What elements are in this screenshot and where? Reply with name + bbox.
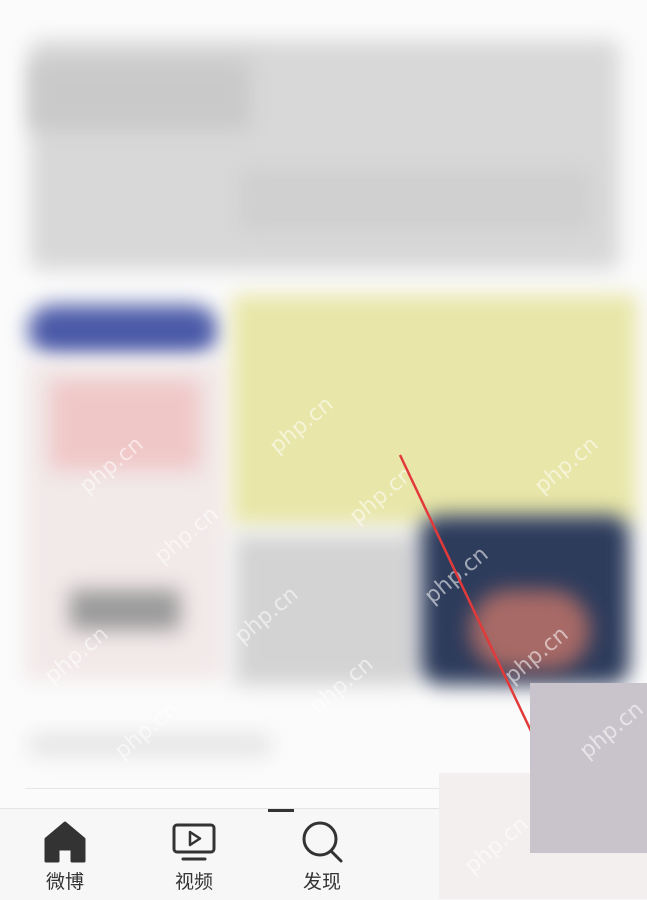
search-icon (302, 821, 343, 863)
nav-item-weibo[interactable]: 微博 (20, 819, 110, 894)
nav-item-discover[interactable]: 发现 (277, 819, 367, 894)
nav-label: 视频 (174, 871, 213, 893)
home-icon (44, 821, 86, 863)
overlay-gray-panel (530, 683, 647, 853)
video-icon (172, 823, 216, 861)
nav-label: 微博 (45, 871, 84, 893)
nav-item-video[interactable]: 视频 (149, 819, 239, 894)
nav-scroll-indicator (268, 809, 294, 812)
nav-label: 发现 (302, 871, 341, 893)
